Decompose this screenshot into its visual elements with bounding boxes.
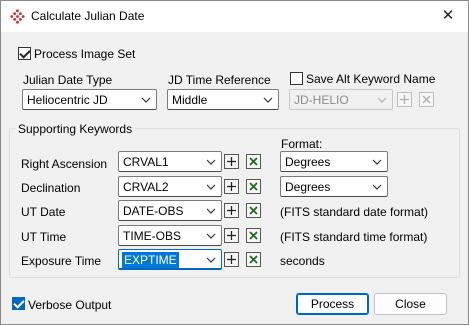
remove-x-icon	[249, 157, 258, 166]
exposure-time-keyword-value: EXPTIME	[122, 252, 179, 268]
ut-time-label: UT Time	[21, 230, 67, 244]
declination-keyword-select[interactable]: CRVAL2	[118, 176, 222, 197]
plus-icon	[227, 255, 236, 264]
alt-keyword-remove-button[interactable]	[419, 92, 434, 107]
ut-time-keyword-value: TIME-OBS	[123, 229, 182, 243]
chevron-down-icon	[206, 159, 216, 165]
exposure-time-add-button[interactable]	[224, 252, 239, 267]
close-window-button[interactable]: ✕	[428, 1, 468, 32]
right-ascension-remove-button[interactable]	[246, 154, 261, 169]
ut-time-remove-button[interactable]	[246, 228, 261, 243]
alt-keyword-add-button[interactable]	[397, 92, 412, 107]
right-ascension-format-select[interactable]: Degrees	[280, 151, 388, 172]
declination-label: Declination	[21, 181, 81, 195]
supporting-keywords-title: Supporting Keywords	[15, 122, 136, 136]
remove-x-icon	[249, 206, 258, 215]
julian-date-type-select[interactable]: Heliocentric JD	[22, 89, 157, 110]
remove-x-icon	[249, 255, 258, 264]
chevron-down-icon	[377, 97, 387, 103]
chevron-down-icon	[141, 97, 151, 103]
dialog-window: Calculate Julian Date ✕ Process Image Se…	[0, 0, 469, 325]
declination-format-select[interactable]: Degrees	[280, 176, 388, 197]
ut-date-format-note: (FITS standard date format)	[280, 205, 429, 219]
ut-time-format-note: (FITS standard time format)	[280, 230, 428, 244]
chevron-down-icon	[372, 159, 382, 165]
chevron-down-icon	[263, 97, 273, 103]
declination-format-value: Degrees	[285, 180, 331, 194]
ut-date-label: UT Date	[21, 205, 66, 219]
jd-time-reference-select[interactable]: Middle	[167, 89, 279, 110]
chevron-down-icon	[206, 208, 216, 214]
chevron-down-icon	[372, 184, 382, 190]
alt-keyword-value: JD-HELIO	[294, 93, 349, 107]
save-alt-keyword-label: Save Alt Keyword Name	[306, 72, 436, 86]
right-ascension-keyword-value: CRVAL1	[123, 155, 169, 169]
title-bar: Calculate Julian Date ✕	[1, 1, 468, 32]
ut-date-keyword-value: DATE-OBS	[123, 204, 184, 218]
chevron-down-icon	[206, 233, 216, 239]
process-image-set-checkbox[interactable]	[18, 47, 31, 60]
jd-time-reference-label: JD Time Reference	[168, 73, 271, 87]
ut-date-keyword-select[interactable]: DATE-OBS	[118, 200, 222, 221]
ut-date-add-button[interactable]	[224, 203, 239, 218]
window-title: Calculate Julian Date	[31, 9, 145, 23]
verbose-output-checkbox[interactable]	[12, 297, 25, 310]
chevron-down-icon	[206, 184, 216, 190]
exposure-time-format-note: seconds	[280, 254, 325, 268]
julian-date-type-value: Heliocentric JD	[27, 93, 108, 107]
close-icon: ✕	[441, 7, 455, 24]
format-header: Format:	[281, 137, 323, 151]
jd-time-reference-value: Middle	[172, 93, 208, 107]
plus-icon	[227, 182, 236, 191]
plus-icon	[227, 157, 236, 166]
remove-x-icon	[249, 231, 258, 240]
julian-date-type-label: Julian Date Type	[23, 73, 113, 87]
ut-time-add-button[interactable]	[224, 228, 239, 243]
alt-keyword-select[interactable]: JD-HELIO	[289, 89, 393, 110]
right-ascension-format-value: Degrees	[285, 155, 331, 169]
ut-time-keyword-select[interactable]: TIME-OBS	[118, 225, 222, 246]
declination-add-button[interactable]	[224, 179, 239, 194]
remove-x-icon	[422, 95, 431, 104]
remove-x-icon	[249, 182, 258, 191]
close-button[interactable]: Close	[374, 293, 447, 315]
right-ascension-add-button[interactable]	[224, 154, 239, 169]
declination-remove-button[interactable]	[246, 179, 261, 194]
process-button[interactable]: Process	[296, 293, 369, 315]
right-ascension-label: Right Ascension	[21, 157, 108, 171]
chevron-down-icon	[206, 257, 216, 263]
process-image-set-label: Process Image Set	[34, 47, 136, 61]
plus-icon	[227, 231, 236, 240]
verbose-output-label: Verbose Output	[28, 298, 112, 312]
exposure-time-remove-button[interactable]	[246, 252, 261, 267]
ut-date-remove-button[interactable]	[246, 203, 261, 218]
exposure-time-label: Exposure Time	[21, 254, 102, 268]
plus-icon	[400, 95, 409, 104]
exposure-time-keyword-select[interactable]: EXPTIME	[118, 249, 222, 270]
save-alt-keyword-checkbox[interactable]	[290, 72, 303, 85]
plus-icon	[227, 206, 236, 215]
declination-keyword-value: CRVAL2	[123, 180, 169, 194]
right-ascension-keyword-select[interactable]: CRVAL1	[118, 151, 222, 172]
app-icon	[10, 9, 25, 24]
